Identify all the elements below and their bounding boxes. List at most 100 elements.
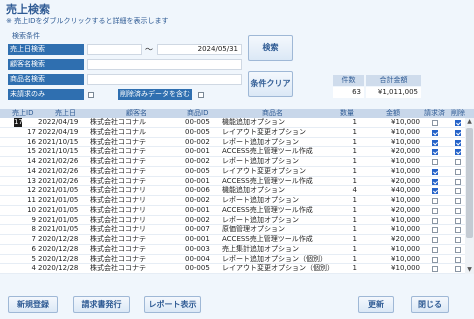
billed-checkbox[interactable]: [432, 246, 438, 253]
cell-sales-id[interactable]: 17: [14, 118, 22, 127]
billed-checkbox[interactable]: [432, 129, 438, 136]
deleted-checkbox[interactable]: [455, 178, 461, 185]
cell-customer: 株式会社ココナテ: [90, 137, 146, 146]
billed-checkbox[interactable]: [432, 159, 438, 165]
deleted-checkbox[interactable]: [455, 149, 461, 156]
deleted-checkbox[interactable]: [455, 139, 461, 146]
cell-quantity: 1: [352, 137, 357, 146]
table-row[interactable]: 17 2022/04/19 株式会社ココナル 00-005 機能追加オプション 1 ¥10,…: [0, 118, 474, 128]
cell-product-name: 機能追加オプション: [222, 186, 285, 195]
new-registration-button[interactable]: 新規登録: [8, 296, 58, 313]
billed-checkbox[interactable]: [432, 178, 438, 185]
issue-invoice-button[interactable]: 請求書発行: [73, 296, 130, 313]
deleted-checkbox[interactable]: [455, 129, 461, 136]
col-amount[interactable]: 金額: [386, 109, 400, 118]
table-row[interactable]: 11 2021/01/05 株式会社ココナリ 00-002 レポート追加オプション 1 ¥1…: [0, 196, 474, 206]
scroll-up-arrow-icon[interactable]: ▲: [465, 118, 474, 126]
cell-sales-id[interactable]: 16: [12, 138, 36, 147]
show-report-button[interactable]: レポート表示: [144, 296, 201, 313]
cell-customer: 株式会社ココナテ: [90, 264, 146, 273]
table-row[interactable]: 4 2020/12/28 株式会社ココナテ 00-005 レイアウト変更オプション（個別…: [0, 264, 474, 274]
col-billed[interactable]: 請求済: [424, 109, 445, 118]
table-row[interactable]: 10 2021/01/05 株式会社ココナリ 00-001 ACCESS売上管理ツール作…: [0, 205, 474, 216]
deleted-checkbox[interactable]: [455, 217, 461, 224]
close-button[interactable]: 閉じる: [411, 296, 449, 313]
table-row[interactable]: 7 2020/12/28 株式会社ココナテ 00-001 ACCESS売上管理ツール作成…: [0, 235, 474, 245]
cell-sales-id[interactable]: 6: [12, 245, 36, 254]
include-deleted-checkbox[interactable]: [198, 92, 204, 98]
cell-sales-id[interactable]: 14: [12, 157, 36, 166]
cell-sales-id[interactable]: 12: [12, 186, 36, 195]
billed-checkbox[interactable]: [432, 188, 438, 195]
deleted-checkbox[interactable]: [455, 120, 461, 126]
product-search-input[interactable]: [87, 74, 242, 85]
cell-sales-id[interactable]: 9: [12, 216, 36, 225]
table-row[interactable]: 8 2021/01/05 株式会社ココナリ 00-007 原価管理オプション 1 ¥10,0…: [0, 225, 474, 235]
billed-checkbox[interactable]: [432, 207, 438, 214]
col-customer[interactable]: 顧客名: [126, 109, 147, 118]
cell-sales-id[interactable]: 17: [12, 128, 36, 137]
date-from-input[interactable]: [87, 44, 142, 55]
cell-amount: ¥10,000: [391, 244, 420, 253]
billed-checkbox[interactable]: [432, 168, 438, 175]
cell-product-id: 00-004: [185, 254, 210, 263]
table-row[interactable]: 9 2021/01/05 株式会社ココナリ 00-002 レポート追加オプション 1 ¥10…: [0, 215, 474, 226]
billed-checkbox[interactable]: [432, 139, 438, 146]
deleted-checkbox[interactable]: [455, 237, 461, 243]
billed-checkbox[interactable]: [432, 120, 438, 126]
billed-checkbox[interactable]: [432, 266, 438, 273]
deleted-checkbox[interactable]: [455, 266, 461, 273]
deleted-checkbox[interactable]: [455, 159, 461, 165]
table-row[interactable]: 13 2021/02/26 株式会社ココナテ 00-001 ACCESS売上管理ツール作…: [0, 176, 474, 187]
billed-checkbox[interactable]: [432, 198, 438, 204]
col-sales-date[interactable]: 売上日: [55, 109, 76, 118]
deleted-checkbox[interactable]: [455, 256, 461, 263]
refresh-button[interactable]: 更新: [358, 296, 394, 313]
cell-customer: 株式会社ココナリ: [90, 205, 146, 214]
table-row[interactable]: 17 2022/04/19 株式会社ココナル 00-005 レイアウト変更オプション 1 ¥…: [0, 127, 474, 138]
billed-checkbox[interactable]: [432, 237, 438, 243]
table-row[interactable]: 14 2021/02/26 株式会社ココナテ 00-005 レイアウト変更オプション 1 ¥…: [0, 166, 474, 177]
cell-sales-id[interactable]: 4: [12, 264, 36, 273]
deleted-checkbox[interactable]: [455, 207, 461, 214]
cell-amount: ¥20,000: [391, 235, 420, 243]
billed-checkbox[interactable]: [432, 227, 438, 234]
scrollbar-thumb[interactable]: [466, 128, 473, 238]
unpaid-only-checkbox[interactable]: [88, 92, 94, 98]
billed-checkbox[interactable]: [432, 217, 438, 224]
cell-sales-id[interactable]: 10: [12, 206, 36, 215]
clear-conditions-button[interactable]: 条件クリア: [248, 71, 293, 97]
col-product-id[interactable]: 商品ID: [187, 109, 208, 118]
table-row[interactable]: 6 2020/12/28 株式会社ココナテ 00-003 売上集計追加オプション 1 ¥10…: [0, 244, 474, 255]
cell-quantity: 1: [352, 147, 357, 156]
billed-checkbox[interactable]: [432, 149, 438, 156]
deleted-checkbox[interactable]: [455, 188, 461, 195]
billed-checkbox[interactable]: [432, 256, 438, 263]
cell-sales-id[interactable]: 15: [12, 147, 36, 156]
cell-sales-id[interactable]: 13: [12, 177, 36, 186]
deleted-checkbox[interactable]: [455, 168, 461, 175]
deleted-checkbox[interactable]: [455, 246, 461, 253]
col-sales-id[interactable]: 売上ID: [12, 109, 33, 118]
cell-sales-id[interactable]: 8: [12, 225, 36, 234]
cell-sales-id[interactable]: 5: [12, 255, 36, 264]
cell-sales-id[interactable]: 14: [12, 167, 36, 176]
deleted-checkbox[interactable]: [455, 227, 461, 234]
col-quantity[interactable]: 数量: [340, 109, 354, 118]
search-button[interactable]: 検索: [248, 35, 293, 61]
table-row[interactable]: 12 2021/01/05 株式会社ココナリ 00-006 機能追加オプション 4 ¥40,…: [0, 186, 474, 196]
customer-search-input[interactable]: [87, 59, 242, 70]
table-row[interactable]: 14 2021/02/26 株式会社ココナテ 00-002 レポート追加オプション 1 ¥1…: [0, 157, 474, 167]
deleted-checkbox[interactable]: [455, 198, 461, 204]
cell-sales-id[interactable]: 7: [12, 235, 36, 244]
table-row[interactable]: 5 2020/12/28 株式会社ココナテ 00-004 レポート追加オプション（個別）…: [0, 254, 474, 265]
cell-product-name: レイアウト変更オプション: [222, 166, 306, 175]
col-product-name[interactable]: 商品名: [262, 109, 283, 118]
table-row[interactable]: 15 2021/10/15 株式会社ココナテ 00-001 ACCESS売上管理ツール作…: [0, 147, 474, 157]
col-deleted[interactable]: 削除: [451, 109, 465, 118]
scroll-down-arrow-icon[interactable]: ▼: [465, 266, 474, 274]
table-row[interactable]: 16 2021/10/15 株式会社ココナテ 00-002 レポート追加オプション 1 ¥1…: [0, 137, 474, 148]
cell-sales-id[interactable]: 11: [12, 196, 36, 205]
cell-product-name: レポート追加オプション: [222, 157, 299, 165]
date-to-input[interactable]: 2024/05/31: [157, 44, 242, 55]
